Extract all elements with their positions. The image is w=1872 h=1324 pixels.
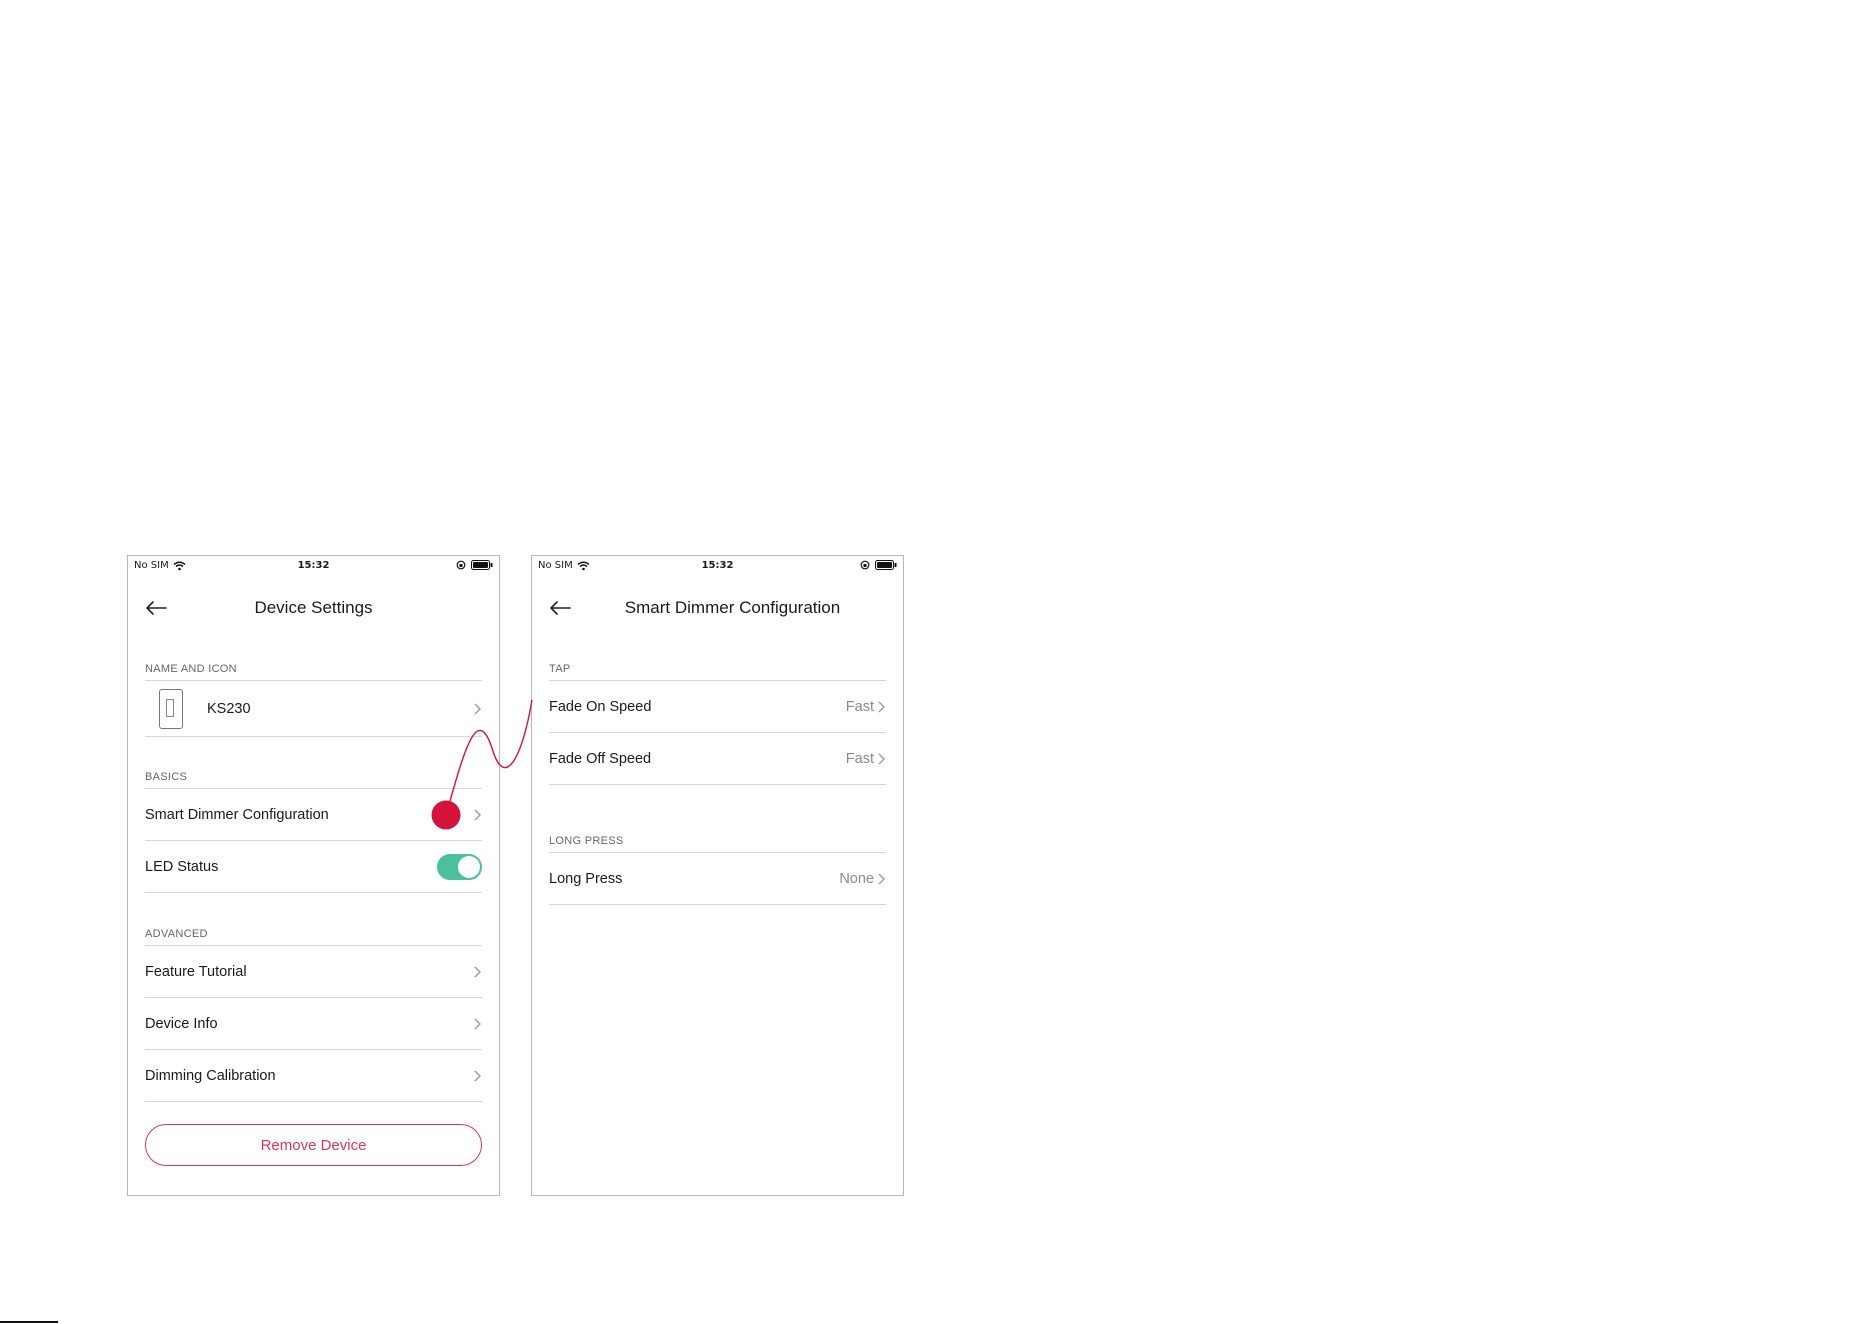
device-name-label: KS230 [207,700,251,717]
fade-off-speed-value: Fast [845,750,874,767]
long-press-row[interactable]: Long Press None [549,853,886,905]
smart-dimmer-configuration-screen: No SIM 15:32 Smart Dimmer Configuration [531,555,904,1196]
chevron-right-icon [876,700,886,714]
fade-off-speed-label: Fade Off Speed [549,750,652,767]
section-header-basics: BASICS [145,771,482,789]
led-status-row: LED Status [145,841,482,893]
lock-rotation-icon [456,560,466,570]
section-header-tap: TAP [549,663,886,681]
chevron-right-icon [472,808,482,822]
switch-device-icon [159,688,183,729]
feature-tutorial-label: Feature Tutorial [145,963,247,980]
long-press-label: Long Press [549,870,623,887]
status-bar: No SIM 15:32 [532,556,903,576]
status-right-icons [456,560,493,570]
lock-rotation-icon [860,560,870,570]
fade-on-speed-row[interactable]: Fade On Speed Fast [549,681,886,733]
status-bar: No SIM 15:32 [128,556,499,576]
chevron-right-icon [472,702,482,716]
chevron-right-icon [472,1017,482,1031]
long-press-value: None [839,870,874,887]
status-right-icons [860,560,897,570]
battery-icon [471,560,493,570]
navbar: Smart Dimmer Configuration [532,592,903,624]
chevron-right-icon [472,1069,482,1083]
section-header-advanced: ADVANCED [145,928,482,946]
toggle-knob [458,855,480,878]
bottom-rule [0,1321,58,1323]
fade-off-speed-row[interactable]: Fade Off Speed Fast [549,733,886,785]
section-header-name-and-icon: NAME AND ICON [145,663,482,681]
status-time: 15:32 [701,560,734,571]
section-header-long-press: LONG PRESS [549,835,886,853]
canvas: No SIM 15:32 Device Settings NAME AND IC… [0,0,1872,1324]
chevron-right-icon [876,752,886,766]
device-name-row[interactable]: KS230 [145,681,482,737]
page-title: Device Settings [254,598,373,617]
chevron-right-icon [876,872,886,886]
device-info-label: Device Info [145,1015,218,1032]
device-settings-screen: No SIM 15:32 Device Settings NAME AND IC… [127,555,500,1196]
dimming-calibration-label: Dimming Calibration [145,1067,276,1084]
fade-on-speed-value: Fast [845,698,874,715]
page-title: Smart Dimmer Configuration [624,598,841,617]
smart-dimmer-configuration-row[interactable]: Smart Dimmer Configuration [145,789,482,841]
status-time: 15:32 [297,560,330,571]
navbar: Device Settings [128,592,499,624]
device-info-row[interactable]: Device Info [145,998,482,1050]
led-status-label: LED Status [145,858,219,875]
fade-on-speed-label: Fade On Speed [549,698,652,715]
smart-dimmer-configuration-label: Smart Dimmer Configuration [145,806,329,823]
battery-icon [875,560,897,570]
led-status-toggle[interactable] [437,853,482,880]
dimming-calibration-row[interactable]: Dimming Calibration [145,1050,482,1102]
chevron-right-icon [472,965,482,979]
feature-tutorial-row[interactable]: Feature Tutorial [145,946,482,998]
remove-device-button[interactable]: Remove Device [145,1124,482,1166]
